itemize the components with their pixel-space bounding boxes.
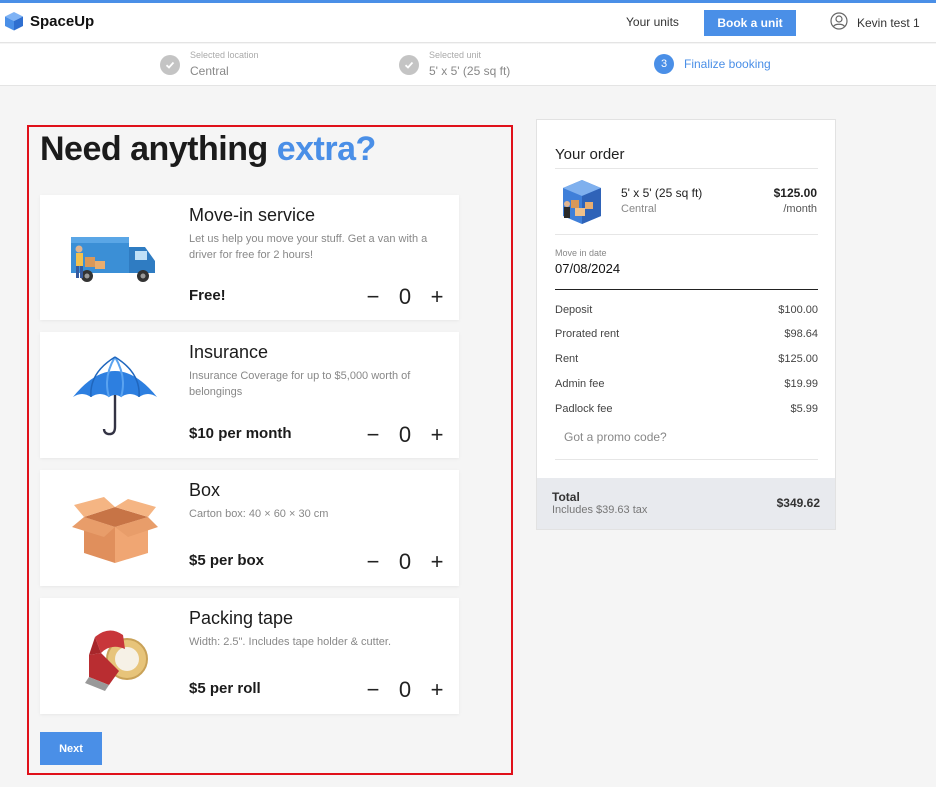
book-a-unit-button[interactable]: Book a unit xyxy=(704,10,796,36)
step-selected-location[interactable]: Selected location Central xyxy=(160,50,259,79)
extra-card-box: Box Carton box: 40 × 60 × 30 cm $5 per b… xyxy=(40,470,459,586)
step-small-label: Selected unit xyxy=(429,50,482,60)
page-title-accent: extra? xyxy=(276,130,377,168)
fee-label: Padlock fee xyxy=(555,403,613,415)
increment-button[interactable]: + xyxy=(428,424,446,446)
decrement-button[interactable]: − xyxy=(364,679,382,701)
brand-name: SpaceUp xyxy=(30,12,95,30)
divider xyxy=(555,289,818,290)
user-avatar-icon xyxy=(830,12,848,30)
user-menu[interactable]: Kevin test 1 xyxy=(830,12,920,30)
step-selected-unit[interactable]: Selected unit 5' x 5' (25 sq ft) xyxy=(399,50,510,79)
fee-label: Prorated rent xyxy=(555,328,620,340)
your-units-link[interactable]: Your units xyxy=(626,15,679,29)
next-button[interactable]: Next xyxy=(40,732,102,765)
move-in-label: Move in date xyxy=(555,248,607,258)
fee-amount: $19.99 xyxy=(784,378,818,390)
increment-button[interactable]: + xyxy=(428,679,446,701)
fee-row-admin-fee: Admin fee $19.99 xyxy=(555,378,818,390)
divider xyxy=(555,168,818,169)
unit-price-period: /month xyxy=(783,203,817,215)
quantity-stepper: − 0 + xyxy=(364,422,446,448)
extra-description: Insurance Coverage for up to $5,000 wort… xyxy=(189,370,411,398)
fee-amount: $100.00 xyxy=(778,304,818,316)
check-icon xyxy=(399,54,419,75)
page-title: Need anything extra? xyxy=(40,130,376,169)
step-number: 3 xyxy=(654,54,674,74)
extra-card-packing-tape: Packing tape Width: 2.5". Includes tape … xyxy=(40,598,459,714)
fee-label: Admin fee xyxy=(555,378,605,390)
step-value: 5' x 5' (25 sq ft) xyxy=(429,64,511,78)
quantity-value: 0 xyxy=(398,677,412,702)
quantity-value: 0 xyxy=(398,284,412,309)
moving-van-icon xyxy=(60,213,170,303)
extra-card-move-in-service: Move-in service Let us help you move you… xyxy=(40,195,459,320)
fee-row-rent: Rent $125.00 xyxy=(555,353,818,365)
extra-description: Carton box: 40 × 60 × 30 cm xyxy=(189,508,329,520)
fee-label: Rent xyxy=(555,353,579,365)
total-amount: $349.62 xyxy=(776,496,820,510)
fee-row-prorated-rent: Prorated rent $98.64 xyxy=(555,328,818,340)
quantity-value: 0 xyxy=(398,422,412,447)
check-icon xyxy=(160,54,180,75)
extra-title: Box xyxy=(189,480,221,500)
order-title: Your order xyxy=(555,146,625,163)
user-name: Kevin test 1 xyxy=(857,16,920,30)
move-in-date: 07/08/2024 xyxy=(555,261,621,276)
decrement-button[interactable]: − xyxy=(364,286,382,308)
umbrella-icon xyxy=(60,350,170,440)
fee-row-deposit: Deposit $100.00 xyxy=(555,304,818,316)
brand-logo[interactable]: SpaceUp xyxy=(4,11,94,31)
quantity-stepper: − 0 + xyxy=(364,677,446,703)
extra-price: $5 per box xyxy=(189,552,265,569)
extra-title: Move-in service xyxy=(189,205,316,225)
unit-price: $125.00 xyxy=(773,186,817,200)
extra-card-insurance: Insurance Insurance Coverage for up to $… xyxy=(40,332,459,458)
order-total: Total Includes $39.63 tax $349.62 xyxy=(537,478,835,529)
increment-button[interactable]: + xyxy=(428,551,446,573)
decrement-button[interactable]: − xyxy=(364,551,382,573)
total-label: Total xyxy=(552,490,580,504)
extra-title: Packing tape xyxy=(189,608,294,628)
quantity-value: 0 xyxy=(398,549,412,574)
divider xyxy=(555,234,818,235)
step-value: Central xyxy=(190,64,229,78)
fee-amount: $98.64 xyxy=(784,328,818,340)
step-finalize-booking[interactable]: 3 Finalize booking xyxy=(654,54,771,74)
quantity-stepper: − 0 + xyxy=(364,549,446,575)
fee-amount: $5.99 xyxy=(790,403,818,415)
cube-logo-icon xyxy=(5,12,23,31)
box-icon xyxy=(60,484,170,574)
extra-description: Width: 2.5". Includes tape holder & cutt… xyxy=(189,636,392,648)
storage-unit-icon xyxy=(557,178,607,226)
fee-row-padlock-fee: Padlock fee $5.99 xyxy=(555,403,818,415)
unit-name: 5' x 5' (25 sq ft) xyxy=(621,186,703,200)
quantity-stepper: − 0 + xyxy=(364,284,446,310)
divider xyxy=(555,459,818,460)
tape-dispenser-icon xyxy=(60,612,170,702)
fee-amount: $125.00 xyxy=(778,353,818,365)
extra-price: $5 per roll xyxy=(189,680,261,697)
extra-description: Let us help you move your stuff. Get a v… xyxy=(189,233,428,261)
extra-price: $10 per month xyxy=(189,425,292,442)
booking-steps: Selected location Central Selected unit … xyxy=(0,44,936,86)
fee-label: Deposit xyxy=(555,304,593,316)
tax-note: Includes $39.63 tax xyxy=(552,504,648,516)
decrement-button[interactable]: − xyxy=(364,424,382,446)
step-small-label: Selected location xyxy=(190,50,259,60)
page-title-main: Need anything xyxy=(40,130,268,168)
unit-location: Central xyxy=(621,203,657,215)
order-summary: Your order 5' x 5' (25 sq ft) Central $1… xyxy=(536,119,836,530)
increment-button[interactable]: + xyxy=(428,286,446,308)
promo-code-link[interactable]: Got a promo code? xyxy=(564,430,667,444)
app-header: SpaceUp Your units Book a unit Kevin tes… xyxy=(0,3,936,43)
extra-price: Free! xyxy=(189,287,226,304)
extra-title: Insurance xyxy=(189,342,269,362)
step-active-label: Finalize booking xyxy=(684,57,771,71)
